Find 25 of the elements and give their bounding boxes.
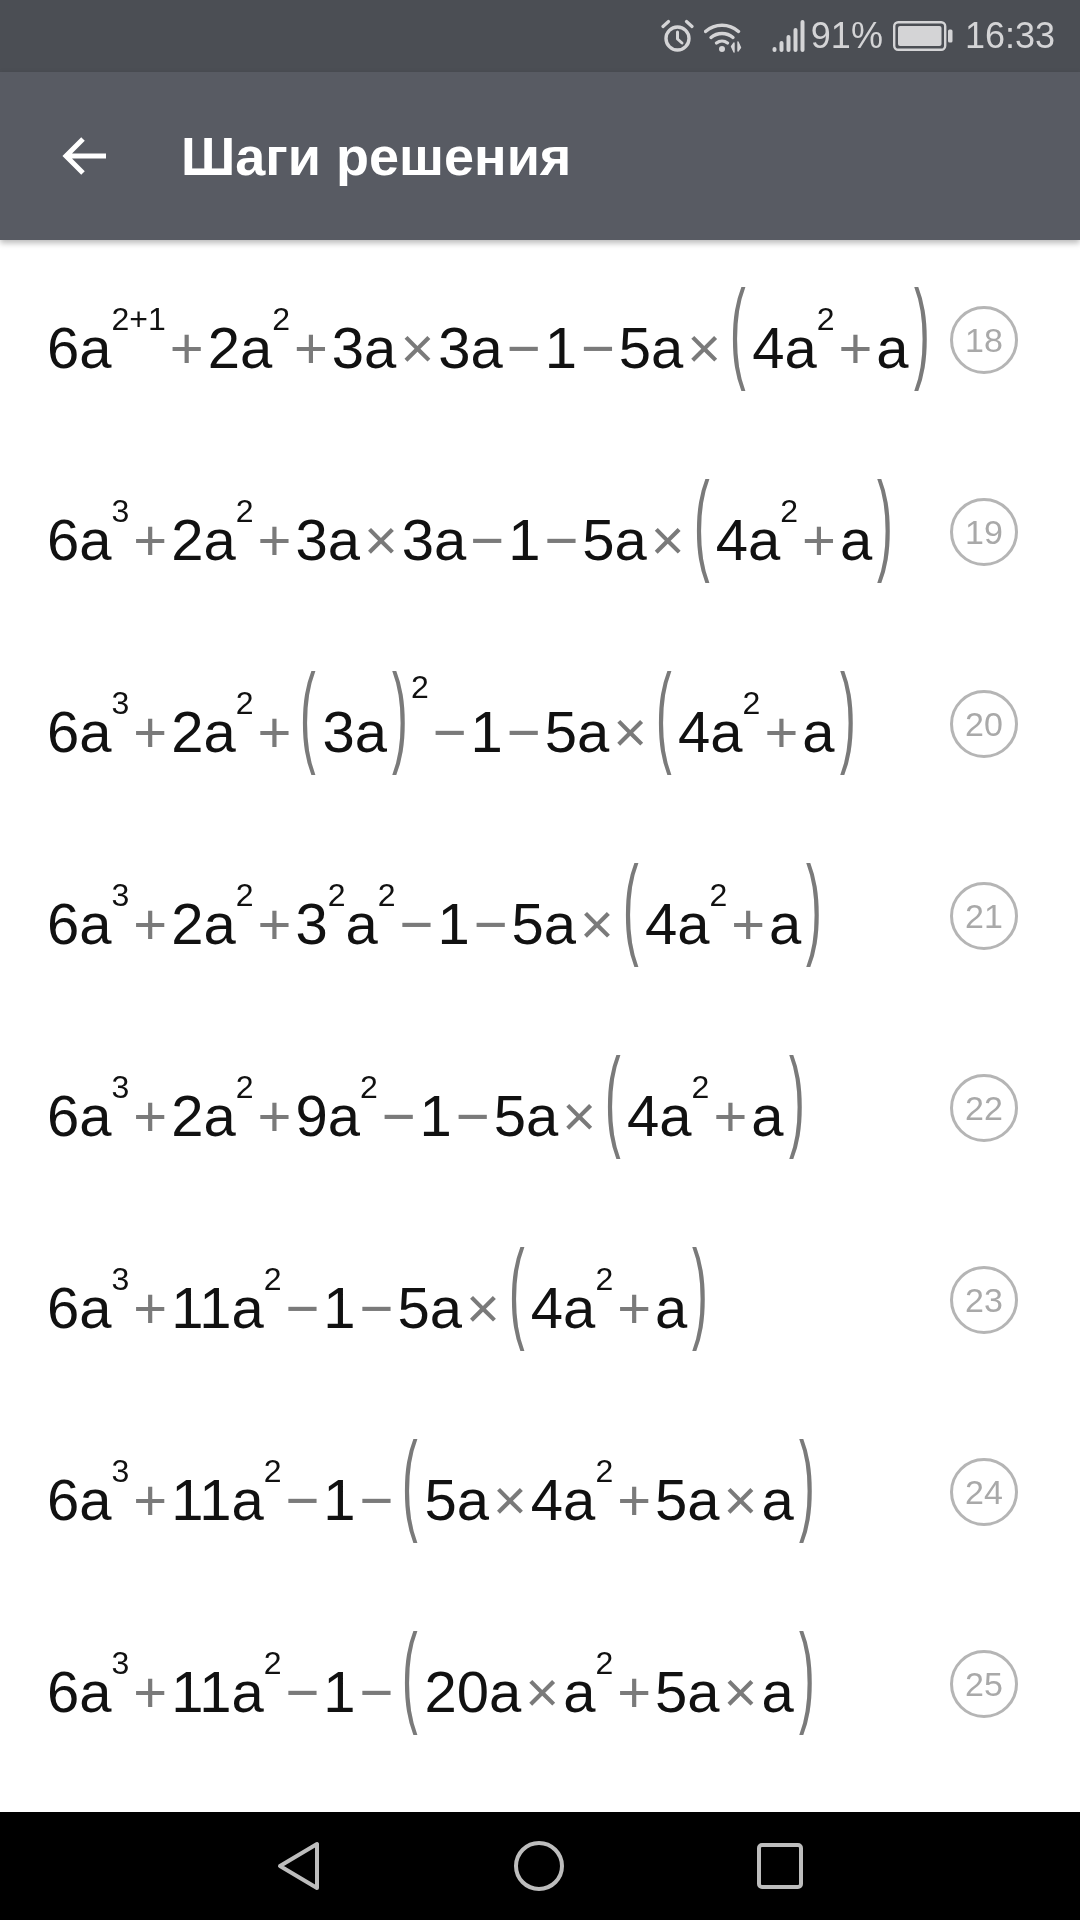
step-number: 24 <box>950 1458 1018 1526</box>
signal-icon <box>771 20 805 52</box>
recents-square-icon[interactable] <box>757 1843 803 1889</box>
back-arrow-icon[interactable] <box>60 136 108 176</box>
step-number: 18 <box>950 306 1018 374</box>
step-expression: 6a$^{2+1}$+2a$^{2}$+3a×3a−1−5a×(4a$^{2}$+a) <box>47 274 931 394</box>
step-number: 21 <box>950 882 1018 950</box>
step-number: 22 <box>950 1074 1018 1142</box>
step-expression: 6a$^{3}$+11a$^{2}$−1−5a×(4a$^{2}$+a) <box>47 1234 709 1354</box>
back-triangle-icon[interactable] <box>277 1841 321 1891</box>
status-time: 16:33 <box>964 18 1055 54</box>
home-circle-icon[interactable] <box>513 1840 565 1892</box>
step-expression: 6a$^{3}$+11a$^{2}$−1−(20a×a$^{2}$+5a×a) <box>47 1618 816 1738</box>
step-expression: 6a$^{3}$+2a$^{2}$+3a×3a−1−5a×(4a$^{2}$+a) <box>47 466 894 586</box>
step-expression: 6a$^{3}$+11a$^{2}$−1−(5a×4a$^{2}$+5a×a) <box>47 1426 816 1546</box>
battery-percent: 91% <box>810 18 883 54</box>
step-number: 19 <box>950 498 1018 566</box>
step-number: 25 <box>950 1650 1018 1718</box>
step-expression: 6a$^{3}$+2a$^{2}$+3$^{2}$a$^{2}$−1−5a×(4a$^{2}$+a) <box>47 850 823 970</box>
step-number: 20 <box>950 690 1018 758</box>
step-number: 23 <box>950 1266 1018 1334</box>
step-expression: 6a$^{3}$+2a$^{2}$+(3a)$^{2}$−1−5a×(4a$^{2}$+a) <box>47 658 857 778</box>
battery-icon <box>892 21 953 51</box>
alarm-clock-icon <box>660 19 694 53</box>
step-expression: 6a$^{3}$+2a$^{2}$+9a$^{2}$−1−5a×(4a$^{2}$+a) <box>47 1042 806 1162</box>
